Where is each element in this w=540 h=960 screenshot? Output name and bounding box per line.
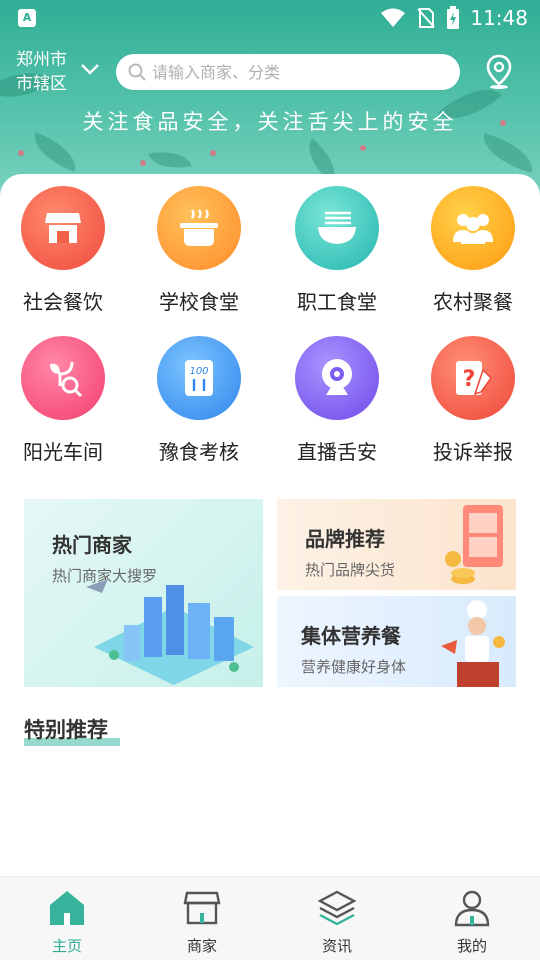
- search-bar[interactable]: [116, 54, 460, 90]
- blossom-decoration: [360, 145, 366, 151]
- search-icon: [128, 63, 146, 81]
- category-food-assessment[interactable]: 100 豫食考核: [144, 330, 254, 465]
- category-label: 学校食堂: [159, 290, 239, 314]
- promo-subtitle: 营养健康好身体: [301, 658, 407, 676]
- tab-label: 商家: [186, 937, 217, 955]
- report-icon: ?: [456, 361, 492, 396]
- blossom-decoration: [140, 160, 146, 166]
- category-rural-banquet[interactable]: 农村聚餐: [418, 180, 528, 315]
- tab-merchants[interactable]: 商家: [152, 889, 252, 956]
- district-name: 市辖区: [16, 74, 67, 94]
- noodle-bowl-icon: [318, 211, 356, 244]
- leaf-decoration: [148, 146, 192, 174]
- shop-icon: [183, 891, 221, 925]
- category-label: 社会餐饮: [23, 290, 103, 314]
- bottom-tab-bar: 主页 商家 资讯 我的: [0, 876, 540, 960]
- promo-title: 集体营养餐: [301, 624, 401, 648]
- slogan-banner: 关注食品安全，关注舌尖上的安全: [82, 110, 458, 134]
- category-icon-circle: [151, 180, 247, 276]
- status-icons: 11:48: [380, 6, 528, 30]
- tab-home[interactable]: 主页: [17, 889, 117, 956]
- category-label: 农村聚餐: [433, 290, 513, 314]
- main-content: 社会餐饮 学校食堂 职工食堂 农村聚餐 阳光车间 100 豫食考核 直播舌安 ?…: [0, 174, 540, 874]
- section-title: 特别推荐: [24, 718, 108, 742]
- wifi-icon: [381, 8, 406, 27]
- category-icon-circle: [289, 330, 385, 426]
- user-icon: [454, 890, 490, 927]
- category-social-dining[interactable]: 社会餐饮: [8, 180, 118, 315]
- category-complaint-report[interactable]: ? 投诉举报: [418, 330, 528, 465]
- leaf-decoration: [477, 133, 539, 173]
- blossom-decoration: [18, 150, 24, 156]
- promo-nutrition-meal[interactable]: 集体营养餐 营养健康好身体: [277, 596, 516, 687]
- promo-brand-recommend[interactable]: 品牌推荐 热门品牌尖货: [277, 499, 516, 590]
- tab-label: 我的: [456, 937, 487, 955]
- status-time: 11:48: [470, 6, 528, 30]
- no-sim-icon: [417, 8, 436, 28]
- category-icon-circle: [15, 180, 111, 276]
- category-icon-circle: [15, 330, 111, 426]
- chef-illustration: [441, 600, 505, 687]
- shopping-illustration: [445, 505, 503, 584]
- category-icon-circle: 100: [151, 330, 247, 426]
- category-label: 豫食考核: [159, 440, 239, 464]
- people-group-icon: [453, 214, 493, 244]
- category-label: 职工食堂: [297, 290, 377, 314]
- plant-search-icon: [50, 361, 83, 398]
- promo-title: 热门商家: [52, 533, 132, 557]
- svg-text:100: 100: [189, 366, 208, 377]
- status-bar: A 11:48: [0, 0, 540, 36]
- city-name: 郑州市: [16, 50, 67, 70]
- leaf-decoration: [27, 132, 83, 172]
- tab-label: 主页: [51, 937, 82, 955]
- blossom-decoration: [210, 150, 216, 156]
- checklist-icon: 100: [185, 360, 213, 396]
- tab-profile[interactable]: 我的: [422, 889, 522, 956]
- category-school-canteen[interactable]: 学校食堂: [144, 180, 254, 315]
- category-staff-canteen[interactable]: 职工食堂: [282, 180, 392, 315]
- city-selector[interactable]: 郑州市 市辖区: [16, 48, 67, 96]
- location-pin-icon[interactable]: [484, 54, 514, 90]
- category-icon-circle: ?: [425, 330, 521, 426]
- webcam-icon: [322, 359, 352, 395]
- category-label: 直播舌安: [297, 440, 377, 464]
- app-notification-icon: A: [18, 9, 36, 27]
- promo-hot-merchants[interactable]: 热门商家 热门商家大搜罗: [24, 499, 263, 687]
- city-illustration: [86, 579, 254, 685]
- category-live-broadcast[interactable]: 直播舌安: [282, 330, 392, 465]
- search-input[interactable]: [152, 62, 432, 82]
- promo-title: 品牌推荐: [305, 527, 385, 551]
- category-icon-circle: [425, 180, 521, 276]
- tab-news[interactable]: 资讯: [287, 889, 387, 956]
- cooking-pot-icon: [180, 209, 218, 246]
- battery-charging-icon: [447, 6, 460, 29]
- storefront-icon: [45, 213, 81, 243]
- category-label: 投诉举报: [433, 440, 513, 464]
- chevron-down-icon[interactable]: [80, 62, 100, 76]
- svg-text:?: ?: [463, 367, 476, 392]
- category-sunshine-workshop[interactable]: 阳光车间: [8, 330, 118, 465]
- category-label: 阳光车间: [23, 440, 103, 464]
- category-icon-circle: [289, 180, 385, 276]
- home-icon: [50, 891, 84, 925]
- tab-label: 资讯: [321, 937, 352, 955]
- layers-icon: [317, 890, 357, 926]
- promo-subtitle: 热门品牌尖货: [305, 561, 396, 579]
